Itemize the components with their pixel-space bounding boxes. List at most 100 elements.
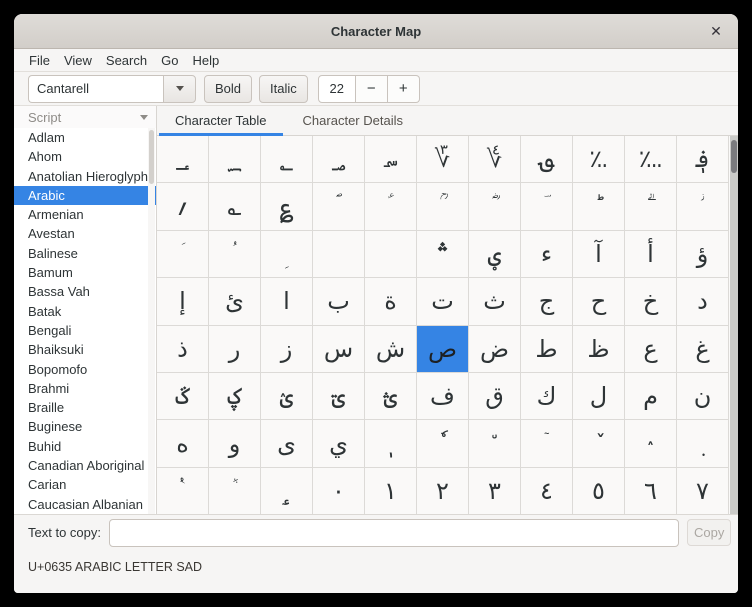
character-cell[interactable]: ؠ xyxy=(469,231,521,278)
character-cell[interactable]: ؏ xyxy=(261,183,313,230)
character-cell[interactable]: آ xyxy=(573,231,625,278)
script-item-braille[interactable]: Braille xyxy=(14,398,156,417)
character-cell[interactable] xyxy=(365,231,417,278)
character-cell[interactable]: ة xyxy=(365,278,417,325)
character-cell[interactable]: ؋ xyxy=(677,136,729,183)
character-cell[interactable]: ١ xyxy=(365,468,417,514)
character-cell[interactable]: ٢ xyxy=(417,468,469,514)
character-cell[interactable]: ؾ xyxy=(313,373,365,420)
script-item-balinese[interactable]: Balinese xyxy=(14,244,156,263)
script-item-brahmi[interactable]: Brahmi xyxy=(14,379,156,398)
character-cell[interactable]: ع xyxy=(625,326,677,373)
character-cell[interactable]: ؇ xyxy=(469,136,521,183)
character-cell[interactable]: ؃ xyxy=(313,136,365,183)
character-cell[interactable]: س xyxy=(313,326,365,373)
character-cell[interactable]: ٝ xyxy=(157,468,209,514)
character-cell[interactable]: ؄ xyxy=(365,136,417,183)
character-cell[interactable]: ٚ xyxy=(573,420,625,467)
character-cell[interactable]: ؕ xyxy=(573,183,625,230)
menu-item-go[interactable]: Go xyxy=(154,50,185,71)
tab-character-details[interactable]: Character Details xyxy=(285,106,421,135)
character-cell[interactable]: ػ xyxy=(157,373,209,420)
character-cell[interactable]: ق xyxy=(469,373,521,420)
character-cell[interactable]: ؂ xyxy=(261,136,313,183)
character-cell[interactable]: ٧ xyxy=(677,468,729,514)
character-cell[interactable]: ٦ xyxy=(625,468,677,514)
script-item-buhid[interactable]: Buhid xyxy=(14,437,156,456)
character-cell[interactable]: ٠ xyxy=(313,468,365,514)
script-item-batak[interactable]: Batak xyxy=(14,302,156,321)
script-item-bhaiksuki[interactable]: Bhaiksuki xyxy=(14,340,156,359)
character-cell[interactable]: ت xyxy=(417,278,469,325)
character-cell[interactable]: ل xyxy=(573,373,625,420)
character-cell[interactable]: ؑ xyxy=(365,183,417,230)
character-cell[interactable] xyxy=(313,231,365,278)
bold-button[interactable]: Bold xyxy=(204,75,252,103)
character-cell[interactable]: ؆ xyxy=(417,136,469,183)
character-cell[interactable]: ٟ xyxy=(261,468,313,514)
script-item-bassa-vah[interactable]: Bassa Vah xyxy=(14,282,156,301)
character-cell[interactable]: ط xyxy=(521,326,573,373)
character-cell[interactable]: ى xyxy=(261,420,313,467)
script-item-bamum[interactable]: Bamum xyxy=(14,263,156,282)
script-item-canadian-aboriginal[interactable]: Canadian Aboriginal xyxy=(14,456,156,475)
character-cell[interactable]: ؙ xyxy=(209,231,261,278)
character-cell[interactable]: ؞ xyxy=(417,231,469,278)
menu-item-help[interactable]: Help xyxy=(185,50,226,71)
character-cell[interactable]: ب xyxy=(313,278,365,325)
decrease-font-size-button[interactable]: − xyxy=(356,75,388,103)
character-cell[interactable]: ؔ xyxy=(521,183,573,230)
increase-font-size-button[interactable]: + xyxy=(388,75,420,103)
script-item-carian[interactable]: Carian xyxy=(14,475,156,494)
tab-character-table[interactable]: Character Table xyxy=(157,106,285,135)
font-size-value[interactable]: 22 xyxy=(318,75,356,103)
script-item-caucasian-albanian[interactable]: Caucasian Albanian xyxy=(14,495,156,514)
character-cell[interactable]: ي xyxy=(313,420,365,467)
character-cell[interactable]: ؼ xyxy=(209,373,261,420)
character-cell[interactable]: ح xyxy=(573,278,625,325)
italic-button[interactable]: Italic xyxy=(259,75,308,103)
character-cell[interactable]: أ xyxy=(625,231,677,278)
character-cell[interactable]: م xyxy=(625,373,677,420)
character-cell[interactable]: ؁ xyxy=(209,136,261,183)
sidebar-scrollbar[interactable] xyxy=(148,128,155,514)
script-item-armenian[interactable]: Armenian xyxy=(14,205,156,224)
script-item-arabic[interactable]: Arabic xyxy=(14,186,156,205)
character-cell[interactable]: ف xyxy=(417,373,469,420)
character-cell[interactable]: ئ xyxy=(209,278,261,325)
character-cell[interactable]: ؽ xyxy=(261,373,313,420)
character-cell[interactable]: ؈ xyxy=(521,136,573,183)
script-item-avestan[interactable]: Avestan xyxy=(14,224,156,243)
character-cell[interactable]: ؒ xyxy=(417,183,469,230)
character-cell[interactable]: و xyxy=(209,420,261,467)
menu-item-search[interactable]: Search xyxy=(99,50,154,71)
character-cell[interactable]: ج xyxy=(521,278,573,325)
close-icon[interactable]: ✕ xyxy=(704,14,728,48)
character-cell-selected[interactable]: ص xyxy=(417,326,469,373)
character-cell[interactable]: ٛ xyxy=(625,420,677,467)
character-cell[interactable]: ٗ xyxy=(417,420,469,467)
character-cell[interactable]: ؎ xyxy=(209,183,261,230)
character-cell[interactable]: ؍ xyxy=(157,183,209,230)
character-cell[interactable]: ٞ xyxy=(209,468,261,514)
copy-button[interactable]: Copy xyxy=(687,519,731,546)
character-cell[interactable]: د xyxy=(677,278,729,325)
menu-item-file[interactable]: File xyxy=(22,50,57,71)
character-cell[interactable]: ٤ xyxy=(521,468,573,514)
character-cell[interactable]: ٣ xyxy=(469,468,521,514)
table-scrollbar-thumb[interactable] xyxy=(731,140,737,173)
script-item-adlam[interactable]: Adlam xyxy=(14,128,156,147)
character-cell[interactable]: ث xyxy=(469,278,521,325)
script-item-bopomofo[interactable]: Bopomofo xyxy=(14,360,156,379)
character-cell[interactable]: ؿ xyxy=(365,373,417,420)
character-cell[interactable]: ٖ xyxy=(365,420,417,467)
character-cell[interactable]: ك xyxy=(521,373,573,420)
sidebar-scrollbar-thumb[interactable] xyxy=(149,130,154,184)
titlebar[interactable]: Character Map ✕ xyxy=(14,14,738,49)
menu-item-view[interactable]: View xyxy=(57,50,99,71)
character-cell[interactable]: ٜ xyxy=(677,420,729,467)
character-cell[interactable]: ؐ xyxy=(313,183,365,230)
character-cell[interactable]: ؊ xyxy=(625,136,677,183)
character-cell[interactable]: ؘ xyxy=(157,231,209,278)
character-cell[interactable]: ؓ xyxy=(469,183,521,230)
